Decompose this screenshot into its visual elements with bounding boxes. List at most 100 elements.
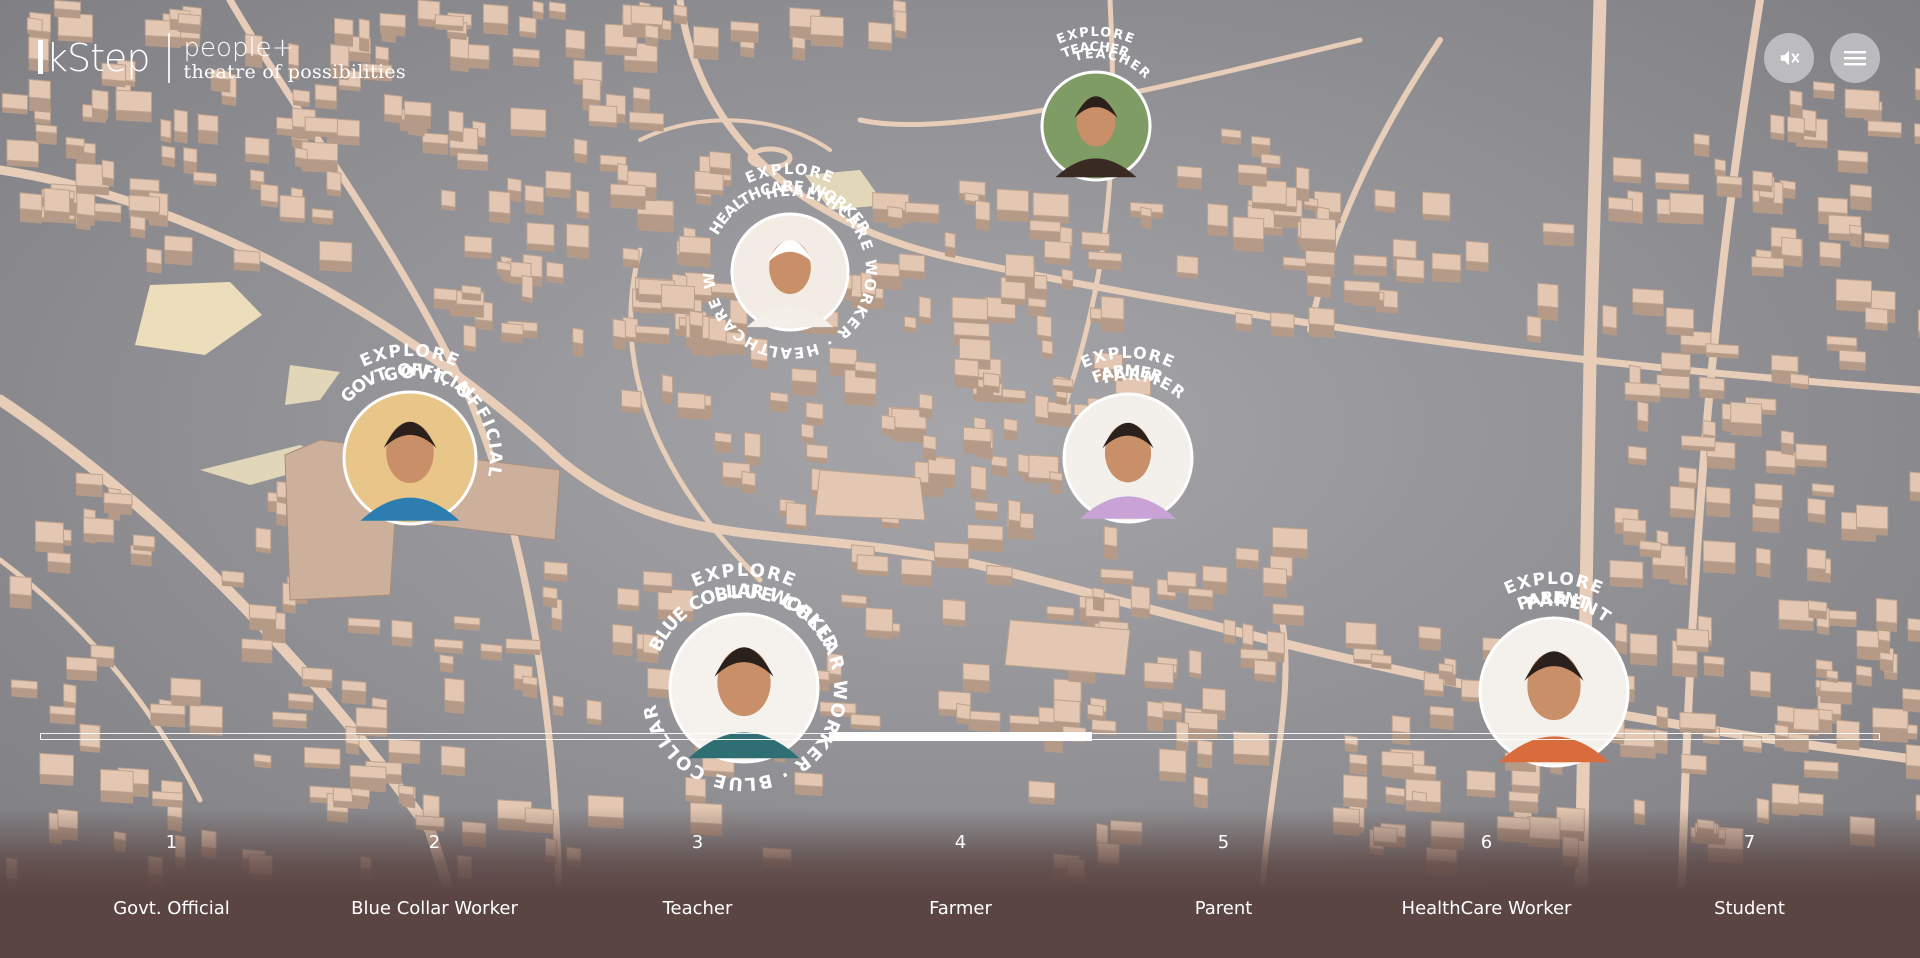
building [1223,618,1236,637]
building [1826,335,1858,347]
building [1636,400,1649,423]
building [552,694,564,709]
building [1027,297,1047,309]
building [1815,659,1833,672]
building [974,500,999,513]
building [1044,240,1071,260]
building [918,393,933,411]
timeline-label: Blue Collar Worker [351,898,518,919]
timeline-number: 5 [1217,832,1230,853]
building [951,296,988,321]
building [391,619,413,640]
building-side [1233,237,1264,253]
building [1046,605,1075,617]
building [35,123,58,134]
building [388,738,421,756]
building [311,208,334,220]
building [1,93,29,111]
building [769,391,789,403]
building [1909,471,1920,494]
hotspot-teacher[interactable]: TEACHER EXPLORE TEACHER [988,18,1204,234]
timeline-item-3[interactable]: 3 Teacher [566,832,829,932]
building [1702,419,1716,437]
building [1835,278,1873,304]
building [548,1,567,14]
building [341,679,367,693]
building [958,337,991,361]
building [1196,739,1213,757]
building-side [633,98,650,114]
building [132,534,156,548]
building-side [1193,793,1208,809]
timeline-active-segment [829,732,1092,741]
building [1353,254,1388,268]
building [1806,548,1827,571]
building [1781,236,1803,258]
timeline-item-1[interactable]: 1 Govt. Official [40,832,303,932]
building [161,145,176,160]
building [1526,315,1542,338]
building [1914,67,1920,91]
building [621,389,642,409]
brand-logo[interactable]: kStep people+ theatre of possibilities [38,30,406,86]
hotspot-healthcare[interactable]: HEALTHCARE WORKER · HEALTHCARE WORKEREXP… [667,142,906,388]
building [1665,306,1695,330]
building [129,215,146,231]
building [622,247,640,262]
building [546,261,564,279]
building [294,147,308,160]
building [1270,311,1295,329]
building [630,4,663,26]
menu-button[interactable] [1830,33,1880,83]
timeline-item-6[interactable]: 6 HealthCare Worker [1355,832,1618,932]
building [440,189,456,208]
timeline-label: Farmer [929,898,992,919]
building [1749,670,1771,693]
building [1838,349,1867,364]
building [1370,653,1392,665]
building [632,86,651,101]
building [65,136,85,148]
hotspot-farmer[interactable]: FARMER EXPLORE FARMER [1010,340,1246,576]
building [66,656,98,672]
building [1607,196,1633,212]
timeline-item-2[interactable]: 2 Blue Collar Worker [303,832,566,932]
building [249,169,265,183]
timeline-item-5[interactable]: 5 Parent [1092,832,1355,932]
building [1624,381,1661,397]
building [1422,191,1451,217]
hotspot-bluecollar[interactable]: BLUE COLLAR WORKER · BLUE COLLAR WORKERE… [603,542,874,818]
building [1705,343,1740,356]
building [439,654,454,666]
building [403,100,432,118]
building [1465,240,1489,264]
mute-button[interactable] [1764,33,1814,83]
building [1752,170,1773,187]
tagline: theatre of possibilities [183,60,406,83]
building [510,107,547,132]
building [1812,81,1835,93]
timeline-item-4[interactable]: 4 Farmer [829,832,1092,932]
building [349,764,387,780]
building [1087,703,1104,717]
building [967,523,1004,541]
building-side [198,129,218,145]
building-side [1716,183,1742,199]
building [248,603,277,621]
building [177,13,201,26]
building [1902,688,1920,701]
hotspot-govt[interactable]: GOVT. OFFICIAL EXPLORE GOVT. OFFICIAL [290,338,530,578]
building [617,162,629,183]
hotspot-graphic: FARMEREXPLOREFARMER [1062,343,1194,524]
building [1160,700,1183,714]
building [730,20,759,33]
building [1755,547,1771,566]
hotspot-parent[interactable]: PARENT EXPLORE PARENT [1428,566,1680,818]
building [518,16,537,34]
building [1612,156,1642,178]
timeline-item-7[interactable]: 7 Student [1618,832,1881,932]
building [1855,504,1889,530]
building [1770,114,1785,135]
building [1819,241,1842,260]
building [990,455,1008,468]
